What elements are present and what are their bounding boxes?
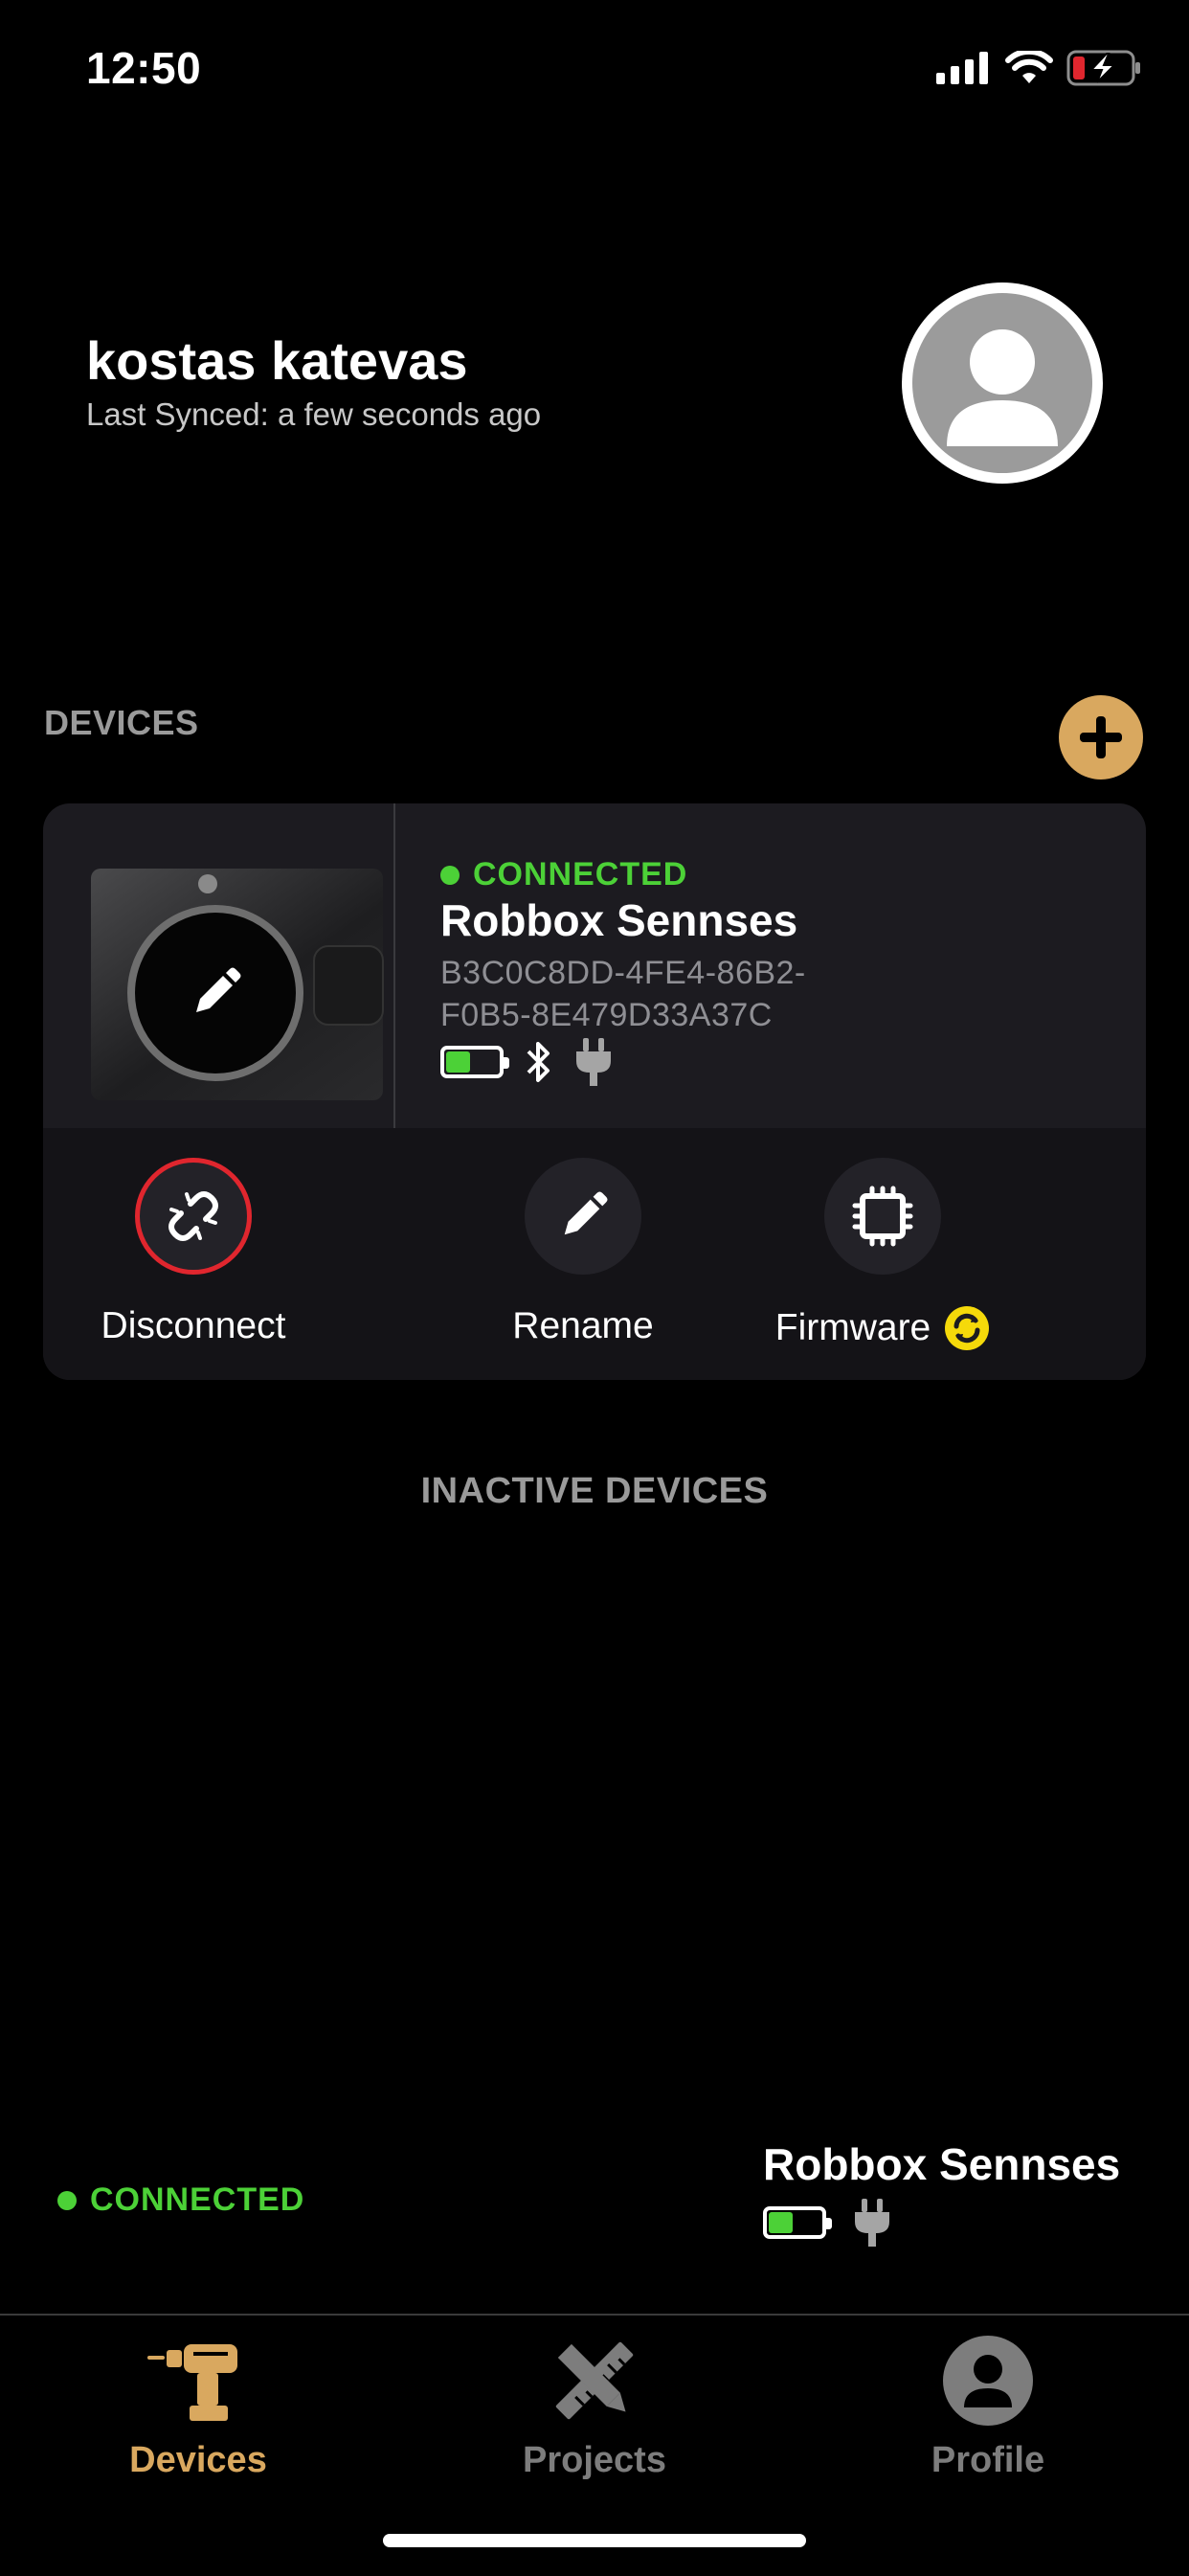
device-card[interactable]: CONNECTED Robbox Sennses B3C0C8DD-4FE4-8…	[43, 803, 1146, 1380]
tab-devices-label: Devices	[129, 2440, 267, 2480]
tab-projects-label: Projects	[523, 2440, 666, 2480]
battery-fill	[769, 2212, 793, 2233]
last-synced-text: Last Synced: a few seconds ago	[86, 396, 542, 432]
signal-icon	[936, 52, 988, 84]
disconnect-button[interactable]	[135, 1158, 252, 1275]
firmware-label: Firmware	[774, 1307, 931, 1348]
devices-section-title: DEVICES	[44, 703, 199, 742]
chip-icon	[852, 1186, 913, 1247]
plug-icon	[576, 1038, 611, 1086]
device-id-line1: B3C0C8DD-4FE4-86B2-	[440, 955, 806, 991]
disconnect-label: Disconnect	[101, 1305, 286, 1346]
rename-action[interactable]: Rename	[439, 1158, 727, 1347]
device-indicators	[440, 1038, 613, 1086]
device-actions: Disconnect Rename Firmware	[43, 1128, 1146, 1380]
firmware-button[interactable]	[824, 1158, 941, 1275]
bottom-device-indicators	[763, 2199, 891, 2247]
avatar[interactable]	[902, 282, 1103, 484]
sync-badge-icon	[945, 1306, 990, 1350]
firmware-action[interactable]: Firmware	[739, 1158, 1026, 1351]
tab-devices[interactable]: Devices	[55, 2335, 342, 2481]
disconnect-action[interactable]: Disconnect	[50, 1158, 337, 1347]
card-divider	[393, 803, 395, 1128]
bottom-device-name[interactable]: Robbox Sennses	[763, 2138, 1120, 2190]
firmware-label-row: Firmware	[775, 1305, 991, 1351]
pencil-ruler-icon	[555, 2341, 634, 2420]
tab-profile-label: Profile	[931, 2440, 1045, 2480]
connected-dot-icon	[57, 2190, 77, 2210]
inactive-devices-title: INACTIVE DEVICES	[420, 1471, 769, 1511]
battery-icon	[440, 1046, 509, 1078]
rename-label: Rename	[512, 1305, 654, 1346]
plus-icon	[1080, 716, 1122, 758]
device-id: B3C0C8DD-4FE4-86B2- F0B5-8E479D33A37C	[440, 952, 938, 1036]
tab-profile[interactable]: Profile	[844, 2335, 1132, 2481]
edit-device-image-button[interactable]	[127, 905, 303, 1081]
plug-icon	[855, 2199, 889, 2247]
bottom-connection-status: CONNECTED	[57, 2181, 304, 2219]
rename-button[interactable]	[525, 1158, 641, 1275]
status-time: 12:50	[86, 43, 202, 93]
device-led	[198, 874, 217, 893]
device-power-button	[313, 945, 384, 1026]
home-indicator[interactable]	[383, 2534, 806, 2547]
drill-icon	[147, 2344, 237, 2421]
device-image[interactable]	[91, 869, 384, 1100]
device-name: Robbox Sennses	[440, 895, 798, 945]
user-name: kostas katevas	[86, 330, 468, 391]
battery-icon	[763, 2206, 832, 2239]
device-id-line2: F0B5-8E479D33A37C	[440, 997, 773, 1033]
add-device-button[interactable]	[1059, 695, 1143, 780]
wifi-icon	[1005, 51, 1053, 83]
connection-status-text: CONNECTED	[473, 856, 688, 893]
battery-fill	[446, 1051, 470, 1073]
bottom-connection-text: CONNECTED	[90, 2181, 305, 2218]
battery-charging-icon	[1066, 50, 1140, 86]
pencil-icon	[564, 1191, 608, 1235]
tab-projects[interactable]: Projects	[451, 2335, 738, 2481]
bluetooth-icon	[527, 1042, 550, 1082]
user-circle-icon	[943, 2336, 1033, 2426]
user-avatar-icon	[912, 293, 1092, 473]
status-icons	[936, 50, 1143, 86]
pencil-icon	[196, 967, 241, 1012]
broken-link-icon	[168, 1191, 218, 1241]
connection-status: CONNECTED	[440, 856, 687, 893]
connected-dot-icon	[440, 865, 460, 885]
